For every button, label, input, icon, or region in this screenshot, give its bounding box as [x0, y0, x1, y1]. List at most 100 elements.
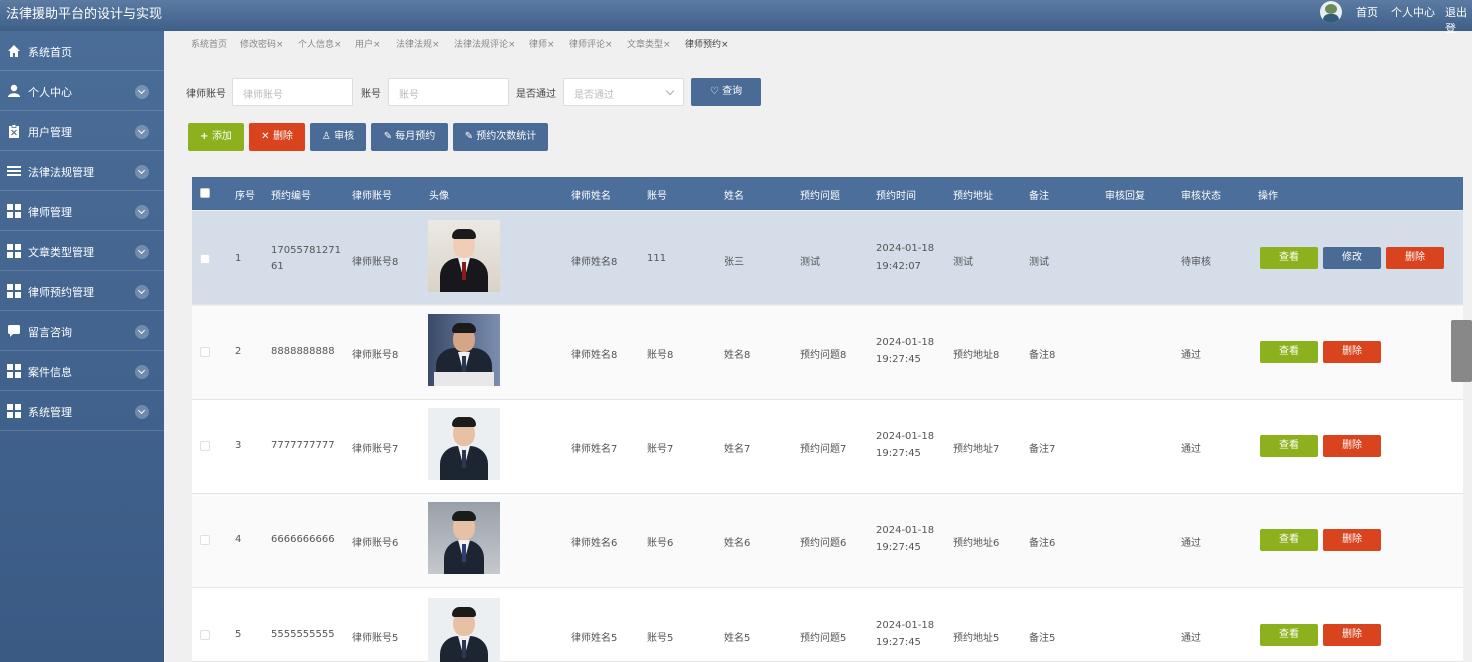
delete-button[interactable]: 删除 [1386, 247, 1444, 269]
lawyer-name: 律师姓名7 [571, 444, 618, 455]
sidebar-item-label: 个人中心 [28, 86, 72, 99]
sidebar: 系统首页 个人中心 用户管理 法律法规管理 律师管理 文章类型管理 律师预约管理… [0, 31, 164, 662]
appointment-time: 19:27:45 [876, 354, 921, 365]
approved-select[interactable]: 是否通过 [563, 78, 684, 106]
appointment-code: 5555555555 [271, 629, 335, 640]
lawyer-account: 律师账号8 [352, 257, 399, 268]
batch-delete-button[interactable]: ✕ 删除 [249, 123, 305, 151]
sidebar-item-label: 文章类型管理 [28, 246, 94, 259]
name: 姓名7 [724, 444, 751, 455]
tab-appointments[interactable]: 律师预约× [685, 37, 729, 50]
table-row[interactable]: 2 8888888888 律师账号8 律师姓名8 账号8 姓名8 预约问题8 2… [192, 306, 1463, 400]
tab-close-icon[interactable]: × [663, 40, 671, 50]
sidebar-item-laws[interactable]: 法律法规管理 [0, 151, 164, 191]
appointment-time: 19:27:45 [876, 637, 921, 648]
tab-close-icon[interactable]: × [721, 40, 729, 50]
table-row[interactable]: 3 7777777777 律师账号7 律师姓名7 账号7 姓名7 预约问题7 2… [192, 400, 1463, 494]
nav-home-link[interactable]: 首页 [1356, 4, 1378, 20]
view-button[interactable]: 查看 [1260, 247, 1318, 269]
row-checkbox[interactable] [200, 535, 210, 545]
name: 姓名5 [724, 633, 751, 644]
account: 账号6 [647, 538, 674, 549]
monthly-appointments-button[interactable]: ✎ 每月预约 [371, 123, 448, 151]
account-input[interactable]: 账号 [388, 78, 509, 106]
sidebar-item-lawyers[interactable]: 律师管理 [0, 191, 164, 231]
tab-close-icon[interactable]: × [334, 40, 342, 50]
tab-article-types[interactable]: 文章类型× [627, 37, 671, 50]
vertical-scrollbar-thumb[interactable] [1451, 320, 1472, 382]
view-button[interactable]: 查看 [1260, 435, 1318, 457]
tab-close-icon[interactable]: × [432, 40, 440, 50]
appointment-count-stats-button[interactable]: ✎ 预约次数统计 [453, 123, 548, 151]
sidebar-item-users[interactable]: 用户管理 [0, 111, 164, 151]
delete-button[interactable]: 删除 [1323, 435, 1381, 457]
tab-users[interactable]: 用户× [355, 37, 381, 50]
view-button[interactable]: 查看 [1260, 624, 1318, 646]
delete-button-label: 删除 [272, 131, 293, 142]
lawyer-name: 律师姓名5 [571, 633, 618, 644]
count-stats-button-label: 预约次数统计 [476, 131, 537, 142]
view-button[interactable]: 查看 [1260, 529, 1318, 551]
sidebar-item-label: 律师管理 [28, 206, 72, 219]
nav-profile-link[interactable]: 个人中心 [1391, 4, 1435, 20]
tab-lawyer-comments[interactable]: 律师评论× [569, 37, 613, 50]
row-checkbox[interactable] [200, 441, 210, 451]
chevron-down-icon [135, 85, 149, 99]
account: 账号8 [647, 350, 674, 361]
table-row[interactable]: 1 17055781271 61 律师账号8 律师姓名8 111 张三 测试 2… [192, 211, 1463, 305]
query-button[interactable]: ♡ 查询 [691, 78, 761, 106]
sidebar-item-label: 用户管理 [28, 126, 72, 139]
heart-icon: ♡ [709, 86, 723, 97]
sidebar-item-appointments[interactable]: 律师预约管理 [0, 271, 164, 311]
sidebar-item-cases[interactable]: 案件信息 [0, 351, 164, 391]
nav-logout-link[interactable]: 退出登 [1445, 4, 1472, 36]
lawyer-account-input[interactable]: 律师账号 [232, 78, 353, 106]
table-row[interactable]: 4 6666666666 律师账号6 律师姓名6 账号6 姓名6 预约问题6 2… [192, 494, 1463, 588]
chevron-down-icon [135, 205, 149, 219]
tab-dashboard[interactable]: 系统首页 [191, 37, 227, 50]
tab-lawyers[interactable]: 律师× [529, 37, 555, 50]
grid-icon [7, 204, 21, 218]
tab-change-password[interactable]: 修改密码× [240, 37, 284, 50]
delete-button[interactable]: 删除 [1323, 529, 1381, 551]
add-button[interactable]: + 添加 [188, 123, 244, 151]
review-button[interactable]: ♙ 审核 [310, 123, 366, 151]
edit-button[interactable]: 修改 [1323, 247, 1381, 269]
admin-avatar[interactable] [1320, 1, 1342, 23]
tab-label: 用户 [355, 40, 374, 50]
tab-personal-info[interactable]: 个人信息× [298, 37, 342, 50]
tab-close-icon[interactable]: × [276, 40, 284, 50]
sidebar-item-messages[interactable]: 留言咨询 [0, 311, 164, 351]
tab-close-icon[interactable]: × [547, 40, 555, 50]
address: 预约地址6 [953, 538, 1000, 549]
sidebar-item-article-types[interactable]: 文章类型管理 [0, 231, 164, 271]
tab-laws[interactable]: 法律法规× [396, 37, 440, 50]
appointment-date: 2024-01-18 [876, 620, 935, 631]
tab-label: 系统首页 [191, 40, 228, 50]
tab-close-icon[interactable]: × [373, 40, 381, 50]
delete-button[interactable]: 删除 [1323, 624, 1381, 646]
tab-close-icon[interactable]: × [605, 40, 613, 50]
sidebar-item-profile[interactable]: 个人中心 [0, 71, 164, 111]
view-button[interactable]: 查看 [1260, 341, 1318, 363]
appointment-code: 6666666666 [271, 534, 335, 545]
select-all-checkbox[interactable] [200, 188, 210, 198]
lawyer-account: 律师账号5 [352, 633, 399, 644]
sidebar-item-home[interactable]: 系统首页 [0, 31, 164, 71]
table-header: 序号 预约编号 律师账号 头像 律师姓名 账号 姓名 预约问题 预约时间 预约地… [192, 177, 1463, 210]
row-checkbox[interactable] [200, 254, 210, 264]
sidebar-item-system[interactable]: 系统管理 [0, 391, 164, 431]
lawyer-photo [428, 314, 500, 386]
row-checkbox[interactable] [200, 347, 210, 357]
column-header: 预约编号 [271, 191, 311, 202]
table-row[interactable]: 5 5555555555 律师账号5 律师姓名5 账号5 姓名5 预约问题5 2… [192, 588, 1463, 662]
delete-button[interactable]: 删除 [1323, 341, 1381, 363]
account: 账号7 [647, 444, 674, 455]
close-icon: ✕ [261, 131, 273, 142]
lawyer-photo [428, 598, 500, 662]
row-checkbox[interactable] [200, 630, 210, 640]
note: 测试 [1029, 257, 1049, 268]
tab-label: 法律法规 [396, 40, 433, 50]
tab-law-comments[interactable]: 法律法规评论× [454, 37, 516, 50]
tab-close-icon[interactable]: × [508, 40, 516, 50]
